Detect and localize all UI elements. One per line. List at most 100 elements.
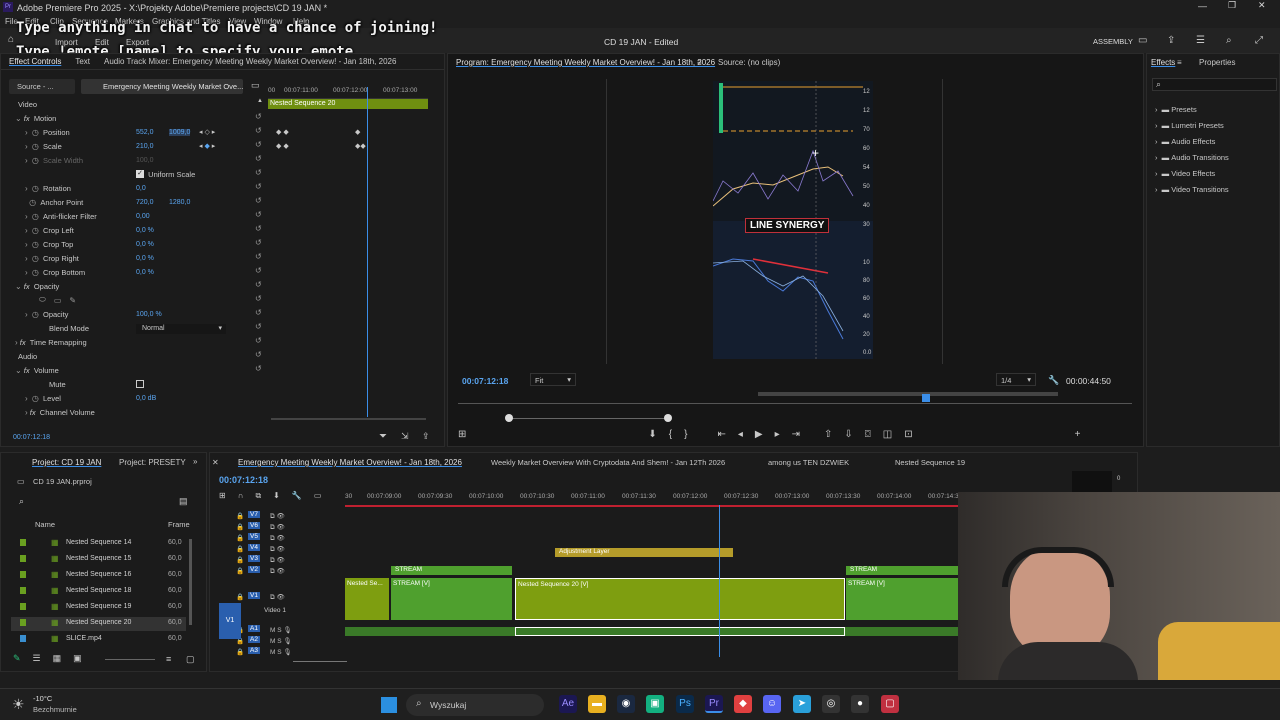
chevron-right-icon[interactable]: ›	[25, 184, 28, 193]
program-time-ruler[interactable]	[458, 398, 1132, 404]
level-value[interactable]: 0,0 dB	[136, 395, 156, 402]
effects-item-video-effects[interactable]: › ▬ Video Effects	[1155, 166, 1229, 182]
chevron-right-icon[interactable]: ›	[25, 394, 28, 403]
track-target-v3[interactable]: V3	[248, 555, 260, 562]
position-x-value[interactable]: 552,0	[136, 129, 154, 136]
lock-icon[interactable]: 🔒	[236, 512, 244, 520]
tab-source[interactable]: Source: (no clips)	[718, 58, 780, 67]
stopwatch-icon[interactable]: ◷	[32, 254, 39, 263]
crop-left-value[interactable]: 0,0 %	[136, 227, 154, 234]
captions-icon[interactable]: ▭	[314, 491, 322, 501]
marker-icon[interactable]: ⬇	[273, 491, 280, 501]
track-audio-controls-icon[interactable]: M S 🎙	[270, 648, 292, 656]
track-target-v6[interactable]: V6	[248, 522, 260, 529]
zoom-handle[interactable]	[505, 414, 513, 422]
pen-mask-icon[interactable]: ✎	[69, 296, 76, 305]
sort-icon[interactable]: ≡	[166, 654, 171, 664]
keyframe-icon[interactable]: ◆◆	[355, 142, 366, 150]
source-patch-v1[interactable]: V1	[219, 603, 241, 639]
stopwatch-icon[interactable]: ◷	[32, 142, 39, 151]
discord-icon[interactable]: ☺	[763, 695, 781, 713]
freeform-view-icon[interactable]: ▣	[73, 653, 82, 664]
volume-row[interactable]: ⌄ fx Volume	[15, 363, 59, 377]
stopwatch-icon[interactable]: ◷	[32, 268, 39, 277]
overflow-icon[interactable]: »	[193, 457, 197, 466]
compare-icon[interactable]: ◫	[883, 429, 892, 440]
reset-icons[interactable]: ↺ ↺ ↺ ↺ ↺ ↺ ↺ ↺ ↺ ↺ ↺ ↺ ↺ ↺ ↺ ↺ ↺ ↺ ↺	[255, 110, 263, 376]
label-color-swatch[interactable]	[20, 587, 26, 594]
clip-nested-seq-20[interactable]: Nested Sequence 20 [V]	[515, 578, 845, 620]
step-back-icon[interactable]: ◂	[738, 429, 743, 440]
keyframe-icon[interactable]: ◆ ◆	[276, 142, 289, 150]
clip-stream-v1[interactable]: STREAM [V]	[391, 578, 512, 620]
collapse-icon[interactable]: ▲	[257, 98, 263, 104]
video-frame[interactable]: LINE SYNERGY 12 12 70 60 54 50 40 30 10 …	[712, 81, 873, 359]
menu-icon[interactable]: ☰	[1196, 35, 1205, 46]
playhead-marker[interactable]	[922, 394, 930, 402]
fullscreen-icon[interactable]: ⤢	[1255, 35, 1263, 46]
ec-playhead[interactable]	[367, 87, 368, 417]
after-effects-icon[interactable]: Ae	[559, 695, 577, 713]
clip-stream-v2[interactable]: STREAM	[391, 566, 512, 575]
mark-in-icon[interactable]: {	[669, 429, 672, 440]
close-tab-icon[interactable]: ✕	[212, 458, 219, 467]
windows-start-icon[interactable]	[381, 697, 397, 713]
effects-item-presets[interactable]: › ▬ Presets	[1155, 102, 1229, 118]
track-audio-controls-icon[interactable]: M S 🎙	[270, 637, 292, 645]
new-item-icon[interactable]: ▢	[186, 654, 195, 665]
work-area-bar[interactable]	[758, 392, 1058, 396]
audio-clip-a1-selected[interactable]	[515, 627, 845, 636]
app-icon-2[interactable]: ●	[851, 695, 869, 713]
telegram-icon[interactable]: ➤	[793, 695, 811, 713]
timeline-playhead[interactable]	[719, 505, 720, 657]
time-remap-row[interactable]: › fx Time Remapping	[15, 335, 87, 349]
keyframe-nav-icon[interactable]: ◂ ◆ ▸	[199, 142, 215, 150]
track-visibility-icon[interactable]: ⧉ 👁	[270, 523, 285, 532]
bin-icon[interactable]: ▤	[179, 496, 188, 507]
label-color-swatch[interactable]	[20, 635, 26, 642]
chevron-right-icon[interactable]: ›	[25, 128, 28, 137]
ec-ruler[interactable]: 00 00:07:11:00 00:07:12:00 00:07:13:00	[268, 87, 428, 99]
chevron-right-icon[interactable]: ›	[25, 212, 28, 221]
effects-item-audio-effects[interactable]: › ▬ Audio Effects	[1155, 134, 1229, 150]
track-visibility-icon[interactable]: ⧉ 👁	[270, 545, 285, 554]
close-icon[interactable]: ✕	[1258, 0, 1266, 11]
chevron-right-icon[interactable]: ›	[25, 142, 28, 151]
clip-adjustment-layer[interactable]: Adjustment Layer	[555, 548, 733, 557]
track-target-v4[interactable]: V4	[248, 544, 260, 551]
menu-icon[interactable]: ≡	[697, 58, 702, 67]
snap-icon[interactable]: ∩	[238, 491, 244, 501]
chevron-right-icon[interactable]: ›	[25, 226, 28, 235]
tab-project-presety[interactable]: Project: PRESETY	[119, 458, 186, 467]
ec-zoom-bar[interactable]	[271, 418, 426, 420]
label-color-swatch[interactable]	[20, 619, 26, 626]
camera-icon[interactable]: ⌼	[865, 429, 871, 440]
marker-icon[interactable]: ⬇	[648, 429, 656, 440]
position-y-value[interactable]: 1009,0	[169, 129, 191, 136]
stopwatch-icon[interactable]: ◷	[32, 240, 39, 249]
tab-effects[interactable]: Effects	[1151, 58, 1175, 67]
maximize-icon[interactable]: ❐	[1228, 0, 1236, 11]
timeline-zoom-bar[interactable]	[293, 661, 347, 662]
lock-icon[interactable]: 🔒	[236, 545, 244, 553]
weather-icon[interactable]: ☀	[12, 696, 25, 713]
effects-item-audio-transitions[interactable]: › ▬ Audio Transitions	[1155, 150, 1229, 166]
stopwatch-icon[interactable]: ◷	[32, 226, 39, 235]
label-color-swatch[interactable]	[20, 539, 26, 546]
steam-icon[interactable]: ◉	[617, 695, 635, 713]
track-target-a2[interactable]: A2	[248, 636, 260, 643]
chevron-right-icon[interactable]: ›	[25, 240, 28, 249]
lock-icon[interactable]: 🔒	[236, 593, 244, 601]
search-icon[interactable]: ⌕	[1226, 35, 1232, 46]
track-target-v7[interactable]: V7	[248, 511, 260, 518]
zoom-scroll[interactable]	[509, 418, 669, 419]
zoom-handle[interactable]	[664, 414, 672, 422]
fit-dropdown[interactable]: Fit ▾	[530, 373, 576, 386]
checkbox-checked-icon[interactable]: ✓	[136, 170, 144, 178]
chevron-right-icon[interactable]: ›	[25, 310, 28, 319]
linked-icon[interactable]: ⧉	[255, 491, 261, 501]
lock-icon[interactable]: 🔒	[236, 556, 244, 564]
panel-icon[interactable]: ▭	[1138, 35, 1147, 46]
stopwatch-icon[interactable]: ◷	[29, 198, 36, 207]
obs-icon[interactable]: ◎	[822, 695, 840, 713]
